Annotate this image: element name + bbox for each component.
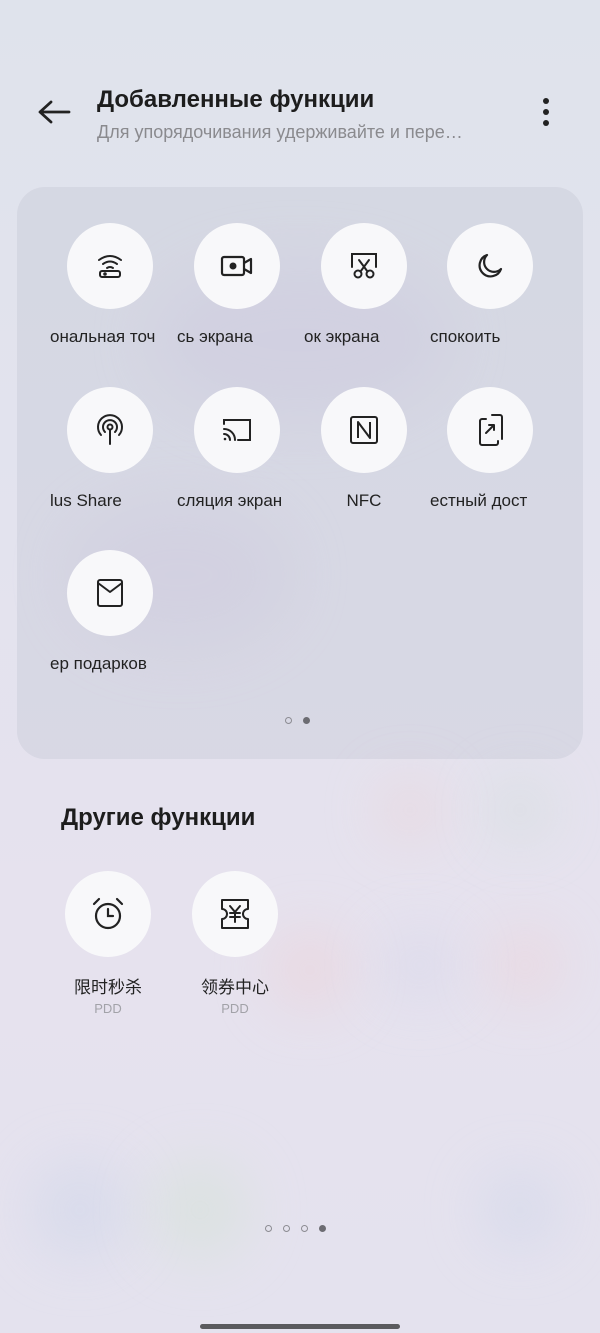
share-antenna-icon — [97, 414, 123, 445]
page-title: Добавленные функции — [97, 86, 375, 113]
page-dot[interactable] — [301, 1225, 308, 1232]
tile-circle — [192, 871, 278, 957]
section-title-other: Другие функции — [61, 804, 256, 831]
tile-source-label: PDD — [94, 1001, 122, 1016]
tile-screen-record[interactable]: сь экрана — [177, 223, 297, 353]
tile-source-label: PDD — [221, 1001, 249, 1016]
tile-label: NFC — [346, 491, 382, 510]
tile-label: сляция экран — [177, 491, 283, 510]
tile-hotspot[interactable]: ональная точ — [50, 223, 170, 353]
tile-do-not-disturb[interactable]: спокоить — [430, 223, 550, 353]
tile-label: сь экрана — [177, 327, 253, 346]
tile-label: ок экрана — [304, 327, 380, 346]
back-button[interactable] — [32, 92, 76, 132]
coupon-icon — [221, 899, 249, 929]
tile-nfc[interactable]: NFC — [304, 387, 424, 517]
tile-local-access[interactable]: естный дост — [430, 387, 550, 517]
screen-record-icon — [220, 255, 253, 277]
page-dot-active[interactable] — [319, 1225, 326, 1232]
tile-circle — [67, 550, 153, 636]
tile-gifts[interactable]: ер подарков — [50, 550, 170, 680]
tile-label: ер подарков — [50, 654, 147, 673]
page-dot[interactable] — [283, 1225, 290, 1232]
tile-plus-share[interactable]: lus Share — [50, 387, 170, 517]
tile-circle — [65, 871, 151, 957]
tile-label: спокоить — [430, 327, 501, 346]
tile-label: ональная точ — [50, 327, 156, 346]
page-dot[interactable] — [265, 1225, 272, 1232]
tile-circle — [194, 223, 280, 309]
cast-icon — [223, 419, 251, 441]
alarm-clock-icon — [92, 897, 124, 930]
panel-page-indicator[interactable] — [285, 717, 310, 724]
tile-circle — [321, 223, 407, 309]
page-dot-active[interactable] — [303, 717, 310, 724]
tile-flash-sale[interactable]: 限时秒杀 PDD — [48, 871, 168, 1021]
tile-screenshot[interactable]: ок экрана — [304, 223, 424, 353]
tile-circle — [321, 387, 407, 473]
tile-label: естный дост — [430, 491, 528, 510]
hotspot-icon — [98, 255, 122, 278]
page-subtitle: Для упорядочивания удерживайте и пере… — [97, 122, 463, 142]
moon-icon — [478, 253, 503, 278]
tile-circle — [67, 387, 153, 473]
arrow-left-icon — [38, 100, 71, 124]
tile-label: 限时秒杀 — [74, 978, 142, 997]
header: Добавленные функции Для упорядочивания у… — [0, 80, 600, 150]
bottom-page-indicator[interactable] — [265, 1225, 326, 1232]
nfc-icon — [350, 416, 378, 444]
tile-screen-cast[interactable]: сляция экран — [177, 387, 297, 517]
page-dot[interactable] — [285, 717, 292, 724]
tile-label: 领券中心 — [201, 978, 269, 997]
envelope-icon — [97, 579, 123, 607]
tile-circle — [194, 387, 280, 473]
screenshot-icon — [351, 253, 377, 279]
more-options-button[interactable] — [528, 92, 564, 132]
more-vertical-icon — [543, 98, 549, 126]
tile-label: lus Share — [50, 491, 122, 510]
tile-circle — [447, 387, 533, 473]
tile-circle — [67, 223, 153, 309]
added-functions-panel: ональная точ сь экрана ок экрана спокоит… — [17, 187, 583, 759]
home-indicator-bar[interactable] — [200, 1324, 400, 1329]
phone-share-icon — [479, 414, 503, 446]
tile-circle — [447, 223, 533, 309]
tile-coupon-center[interactable]: 领券中心 PDD — [175, 871, 295, 1021]
